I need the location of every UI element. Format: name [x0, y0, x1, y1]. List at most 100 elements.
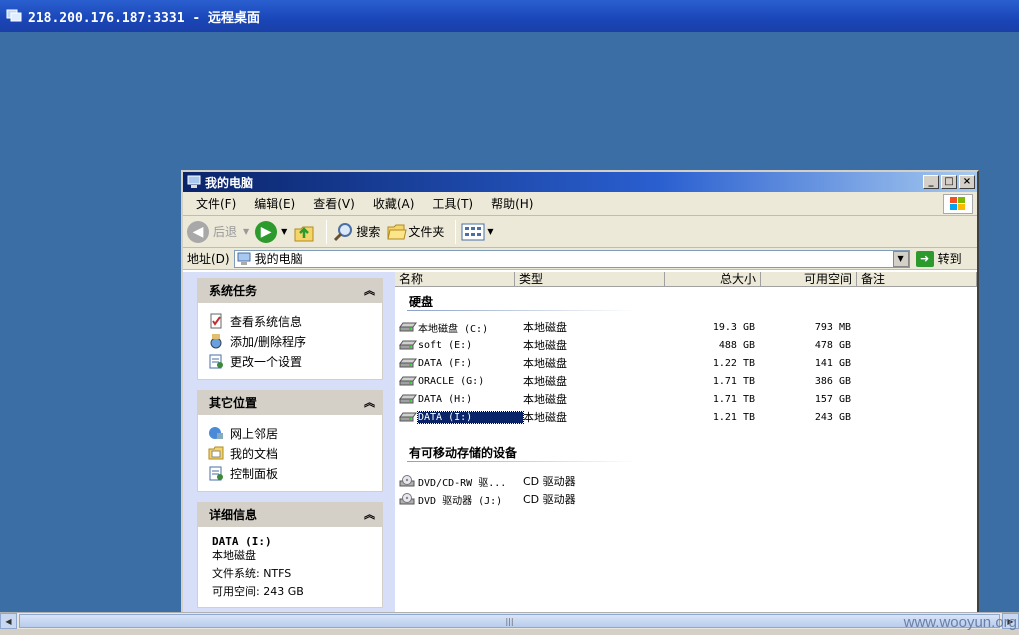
- detail-filesystem: 文件系统: NTFS: [212, 567, 292, 580]
- system-tasks-header[interactable]: 系统任务 ︽: [197, 278, 383, 302]
- column-free-space[interactable]: 可用空间: [761, 272, 857, 287]
- my-computer-window: 我的电脑 _ □ × 文件(F) 编辑(E) 查看(V) 收藏(A) 工具(T)…: [181, 170, 979, 615]
- scrollbar-thumb[interactable]: |||: [19, 614, 1000, 628]
- dvd-drive-icon: [399, 493, 415, 505]
- system-tasks-panel: 系统任务 ︽ 查看系统信息 添加/删除程序 更改一个设置: [197, 278, 383, 380]
- collapse-chevron-icon[interactable]: ︽: [364, 282, 375, 298]
- drive-row[interactable]: DATA (I:) 本地磁盘 1.21 TB 243 GB: [399, 408, 939, 426]
- scroll-left-icon[interactable]: ◀: [0, 613, 17, 629]
- address-input[interactable]: 我的电脑 ▼: [233, 249, 910, 268]
- drive-free-space: 141 GB: [814, 357, 851, 369]
- drive-row[interactable]: DATA (H:) 本地磁盘 1.71 TB 157 GB: [399, 390, 939, 408]
- drive-type: 本地磁盘: [523, 339, 567, 352]
- column-name[interactable]: 名称: [395, 272, 515, 287]
- menu-bar: 文件(F) 编辑(E) 查看(V) 收藏(A) 工具(T) 帮助(H): [183, 192, 977, 216]
- remote-desktop-titlebar[interactable]: 218.200.176.187:3331 - 远程桌面: [0, 0, 1019, 32]
- drive-total-size: 488 GB: [718, 339, 755, 351]
- removable-drive-row[interactable]: DVD 驱动器 (J:) CD 驱动器: [399, 490, 939, 508]
- views-dropdown-icon[interactable]: ▼: [487, 227, 493, 236]
- search-button[interactable]: 搜索: [332, 221, 380, 243]
- menu-file[interactable]: 文件(F): [187, 195, 245, 212]
- drive-name: DVD/CD-RW 驱...: [418, 477, 507, 489]
- folders-button[interactable]: 文件夹: [386, 222, 444, 242]
- column-total-size[interactable]: 总大小: [665, 272, 761, 287]
- drive-type: 本地磁盘: [523, 357, 567, 370]
- collapse-chevron-icon[interactable]: ︽: [364, 506, 375, 522]
- other-places-header[interactable]: 其它位置 ︽: [197, 390, 383, 414]
- group-removable: 有可移动存储的设备: [409, 446, 518, 460]
- close-button[interactable]: ×: [959, 175, 975, 189]
- address-bar: 地址(D) 我的电脑 ▼ ➜ 转到: [183, 248, 977, 270]
- address-value: 我的电脑: [254, 252, 303, 266]
- drive-total-size: 1.22 TB: [712, 357, 755, 369]
- removable-drive-row[interactable]: DVD/CD-RW 驱... CD 驱动器: [399, 472, 939, 490]
- menu-edit[interactable]: 编辑(E): [245, 195, 304, 212]
- change-setting-link[interactable]: 更改一个设置: [208, 351, 372, 371]
- back-arrow-icon: ◀: [187, 220, 209, 243]
- toolbar-separator: [455, 219, 457, 244]
- go-label: 转到: [937, 252, 962, 266]
- drive-total-size: 19.3 GB: [712, 321, 755, 333]
- my-documents-link[interactable]: 我的文档: [208, 443, 372, 463]
- group-hard-disks: 硬盘: [409, 295, 434, 309]
- drive-type: CD 驱动器: [523, 475, 576, 488]
- column-type[interactable]: 类型: [515, 272, 665, 287]
- drive-type: 本地磁盘: [523, 393, 567, 406]
- remote-desktop-icon: [6, 9, 22, 22]
- hard-disk-icon: [399, 376, 417, 386]
- drive-row[interactable]: soft (E:) 本地磁盘 488 GB 478 GB: [399, 336, 939, 354]
- change-setting-label: 更改一个设置: [230, 354, 303, 369]
- drive-row[interactable]: ORACLE (G:) 本地磁盘 1.71 TB 386 GB: [399, 372, 939, 390]
- bottom-strip: [0, 629, 1019, 635]
- detail-drive-type: 本地磁盘: [212, 549, 256, 562]
- drive-name: DATA (H:): [418, 393, 473, 405]
- hard-disk-icon: [399, 394, 417, 404]
- drive-row[interactable]: DATA (F:) 本地磁盘 1.22 TB 141 GB: [399, 354, 939, 372]
- address-dropdown-icon[interactable]: ▼: [892, 250, 909, 267]
- detail-drive-name: DATA (I:): [212, 535, 272, 548]
- view-system-info-label: 查看系统信息: [230, 314, 303, 329]
- forward-dropdown-icon[interactable]: ▼: [281, 227, 287, 236]
- address-label: 地址(D): [187, 252, 230, 266]
- menu-tools[interactable]: 工具(T): [423, 195, 482, 212]
- other-places-panel: 其它位置 ︽ 网上邻居 我的文档 控制面板: [197, 390, 383, 492]
- back-dropdown-icon[interactable]: ▼: [243, 227, 249, 236]
- toolbar: ◀ 后退 ▼ ▶ ▼ 搜索 文件夹 ▼: [183, 216, 977, 248]
- drive-row[interactable]: 本地磁盘 (C:) 本地磁盘 19.3 GB 793 MB: [399, 318, 939, 336]
- change-setting-icon: [209, 354, 223, 369]
- details-header[interactable]: 详细信息 ︽: [197, 502, 383, 526]
- other-places-title: 其它位置: [209, 395, 258, 410]
- task-pane: 系统任务 ︽ 查看系统信息 添加/删除程序 更改一个设置 其它位置 ︽ 网上邻居…: [183, 272, 395, 615]
- menu-help[interactable]: 帮助(H): [482, 195, 542, 212]
- go-button[interactable]: ➜ 转到: [915, 250, 962, 267]
- maximize-button[interactable]: □: [941, 175, 957, 189]
- views-icon: [461, 223, 485, 240]
- drive-name: soft (E:): [418, 339, 473, 351]
- drive-name: ORACLE (G:): [418, 375, 485, 387]
- drive-free-space: 386 GB: [814, 375, 851, 387]
- add-remove-programs-link[interactable]: 添加/删除程序: [208, 331, 372, 351]
- folder-icon: [387, 224, 407, 239]
- drive-total-size: 1.71 TB: [712, 393, 755, 405]
- back-label: 后退: [213, 225, 238, 239]
- watermark: www.wooyun.org: [903, 614, 1017, 631]
- system-info-icon: [210, 313, 222, 329]
- window-titlebar[interactable]: 我的电脑 _ □ ×: [183, 172, 977, 192]
- view-system-info-link[interactable]: 查看系统信息: [208, 311, 372, 331]
- my-computer-icon: [237, 252, 251, 265]
- views-button[interactable]: ▼: [461, 223, 494, 241]
- collapse-chevron-icon[interactable]: ︽: [364, 394, 375, 410]
- drive-type: CD 驱动器: [523, 493, 576, 506]
- minimize-button[interactable]: _: [923, 175, 939, 189]
- drive-name: DATA (I:): [417, 410, 524, 424]
- up-folder-button[interactable]: [293, 221, 315, 243]
- back-button[interactable]: ◀ 后退 ▼: [187, 220, 249, 243]
- menu-view[interactable]: 查看(V): [304, 195, 364, 212]
- remote-desktop-title: 218.200.176.187:3331 - 远程桌面: [28, 10, 261, 26]
- menu-favorites[interactable]: 收藏(A): [364, 195, 424, 212]
- control-panel-link[interactable]: 控制面板: [208, 463, 372, 483]
- horizontal-scrollbar[interactable]: ◀ ||| ▶: [0, 612, 1019, 629]
- column-comments[interactable]: 备注: [857, 272, 977, 287]
- network-places-link[interactable]: 网上邻居: [208, 423, 372, 443]
- forward-button[interactable]: ▶ ▼: [255, 220, 287, 243]
